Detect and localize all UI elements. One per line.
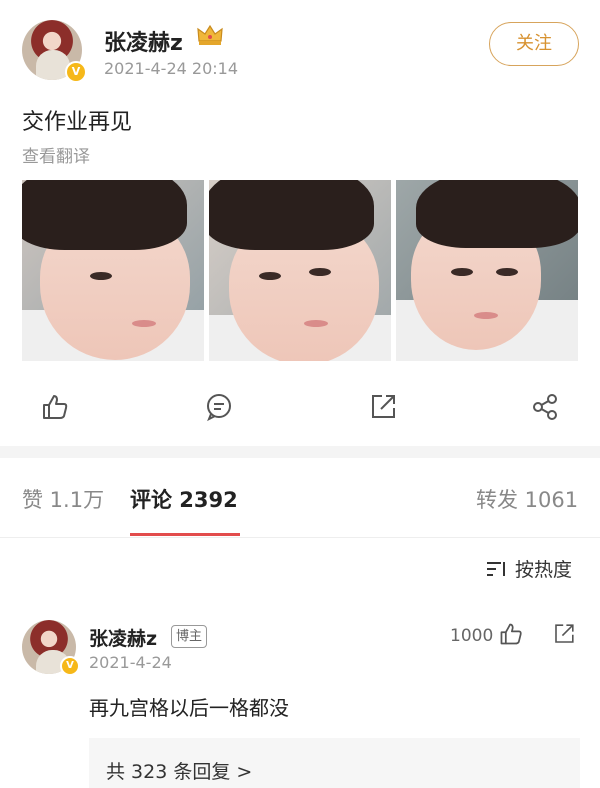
crown-icon (196, 23, 224, 52)
comment-repost-icon[interactable] (552, 622, 576, 650)
tab-likes[interactable]: 赞 1.1万 (22, 484, 104, 514)
tab-reposts[interactable]: 转发 1061 (476, 484, 578, 514)
sort-icon (485, 559, 509, 584)
comment-text: 再九宫格以后一格都没 (89, 696, 289, 720)
comment-thumbs-up-icon[interactable] (498, 621, 524, 651)
tab-comments[interactable]: 评论 2392 (130, 484, 238, 514)
verified-badge-icon: V (65, 61, 87, 83)
op-badge: 博主 (171, 625, 208, 648)
view-replies-link[interactable]: 共 323 条回复 > (106, 757, 252, 784)
active-tab-indicator (130, 533, 240, 536)
post-photo-3[interactable] (396, 180, 578, 361)
comment-icon[interactable] (204, 392, 234, 422)
translate-link[interactable]: 查看翻译 (22, 142, 90, 167)
comment-verified-badge-icon: V (60, 656, 80, 676)
follow-button[interactable]: 关注 (489, 22, 579, 66)
post-photo-1[interactable] (22, 180, 204, 361)
tabs-divider (0, 537, 600, 538)
author-name[interactable]: 张凌赫z (104, 25, 183, 57)
comment-date: 2021-4-24 (89, 653, 172, 672)
share-icon[interactable] (530, 392, 560, 422)
sort-label: 按热度 (515, 559, 573, 581)
post-timestamp: 2021-4-24 20:14 (104, 59, 238, 78)
comment-like-count: 1000 (450, 626, 494, 646)
comment-author[interactable]: 张凌赫z (89, 624, 157, 651)
post-text: 交作业再见 (22, 110, 133, 135)
thumbs-up-icon[interactable] (40, 392, 70, 422)
sort-button[interactable]: 按热度 (485, 555, 572, 584)
post-photo-2[interactable] (209, 180, 391, 361)
section-divider (0, 446, 600, 458)
repost-icon[interactable] (368, 392, 398, 422)
